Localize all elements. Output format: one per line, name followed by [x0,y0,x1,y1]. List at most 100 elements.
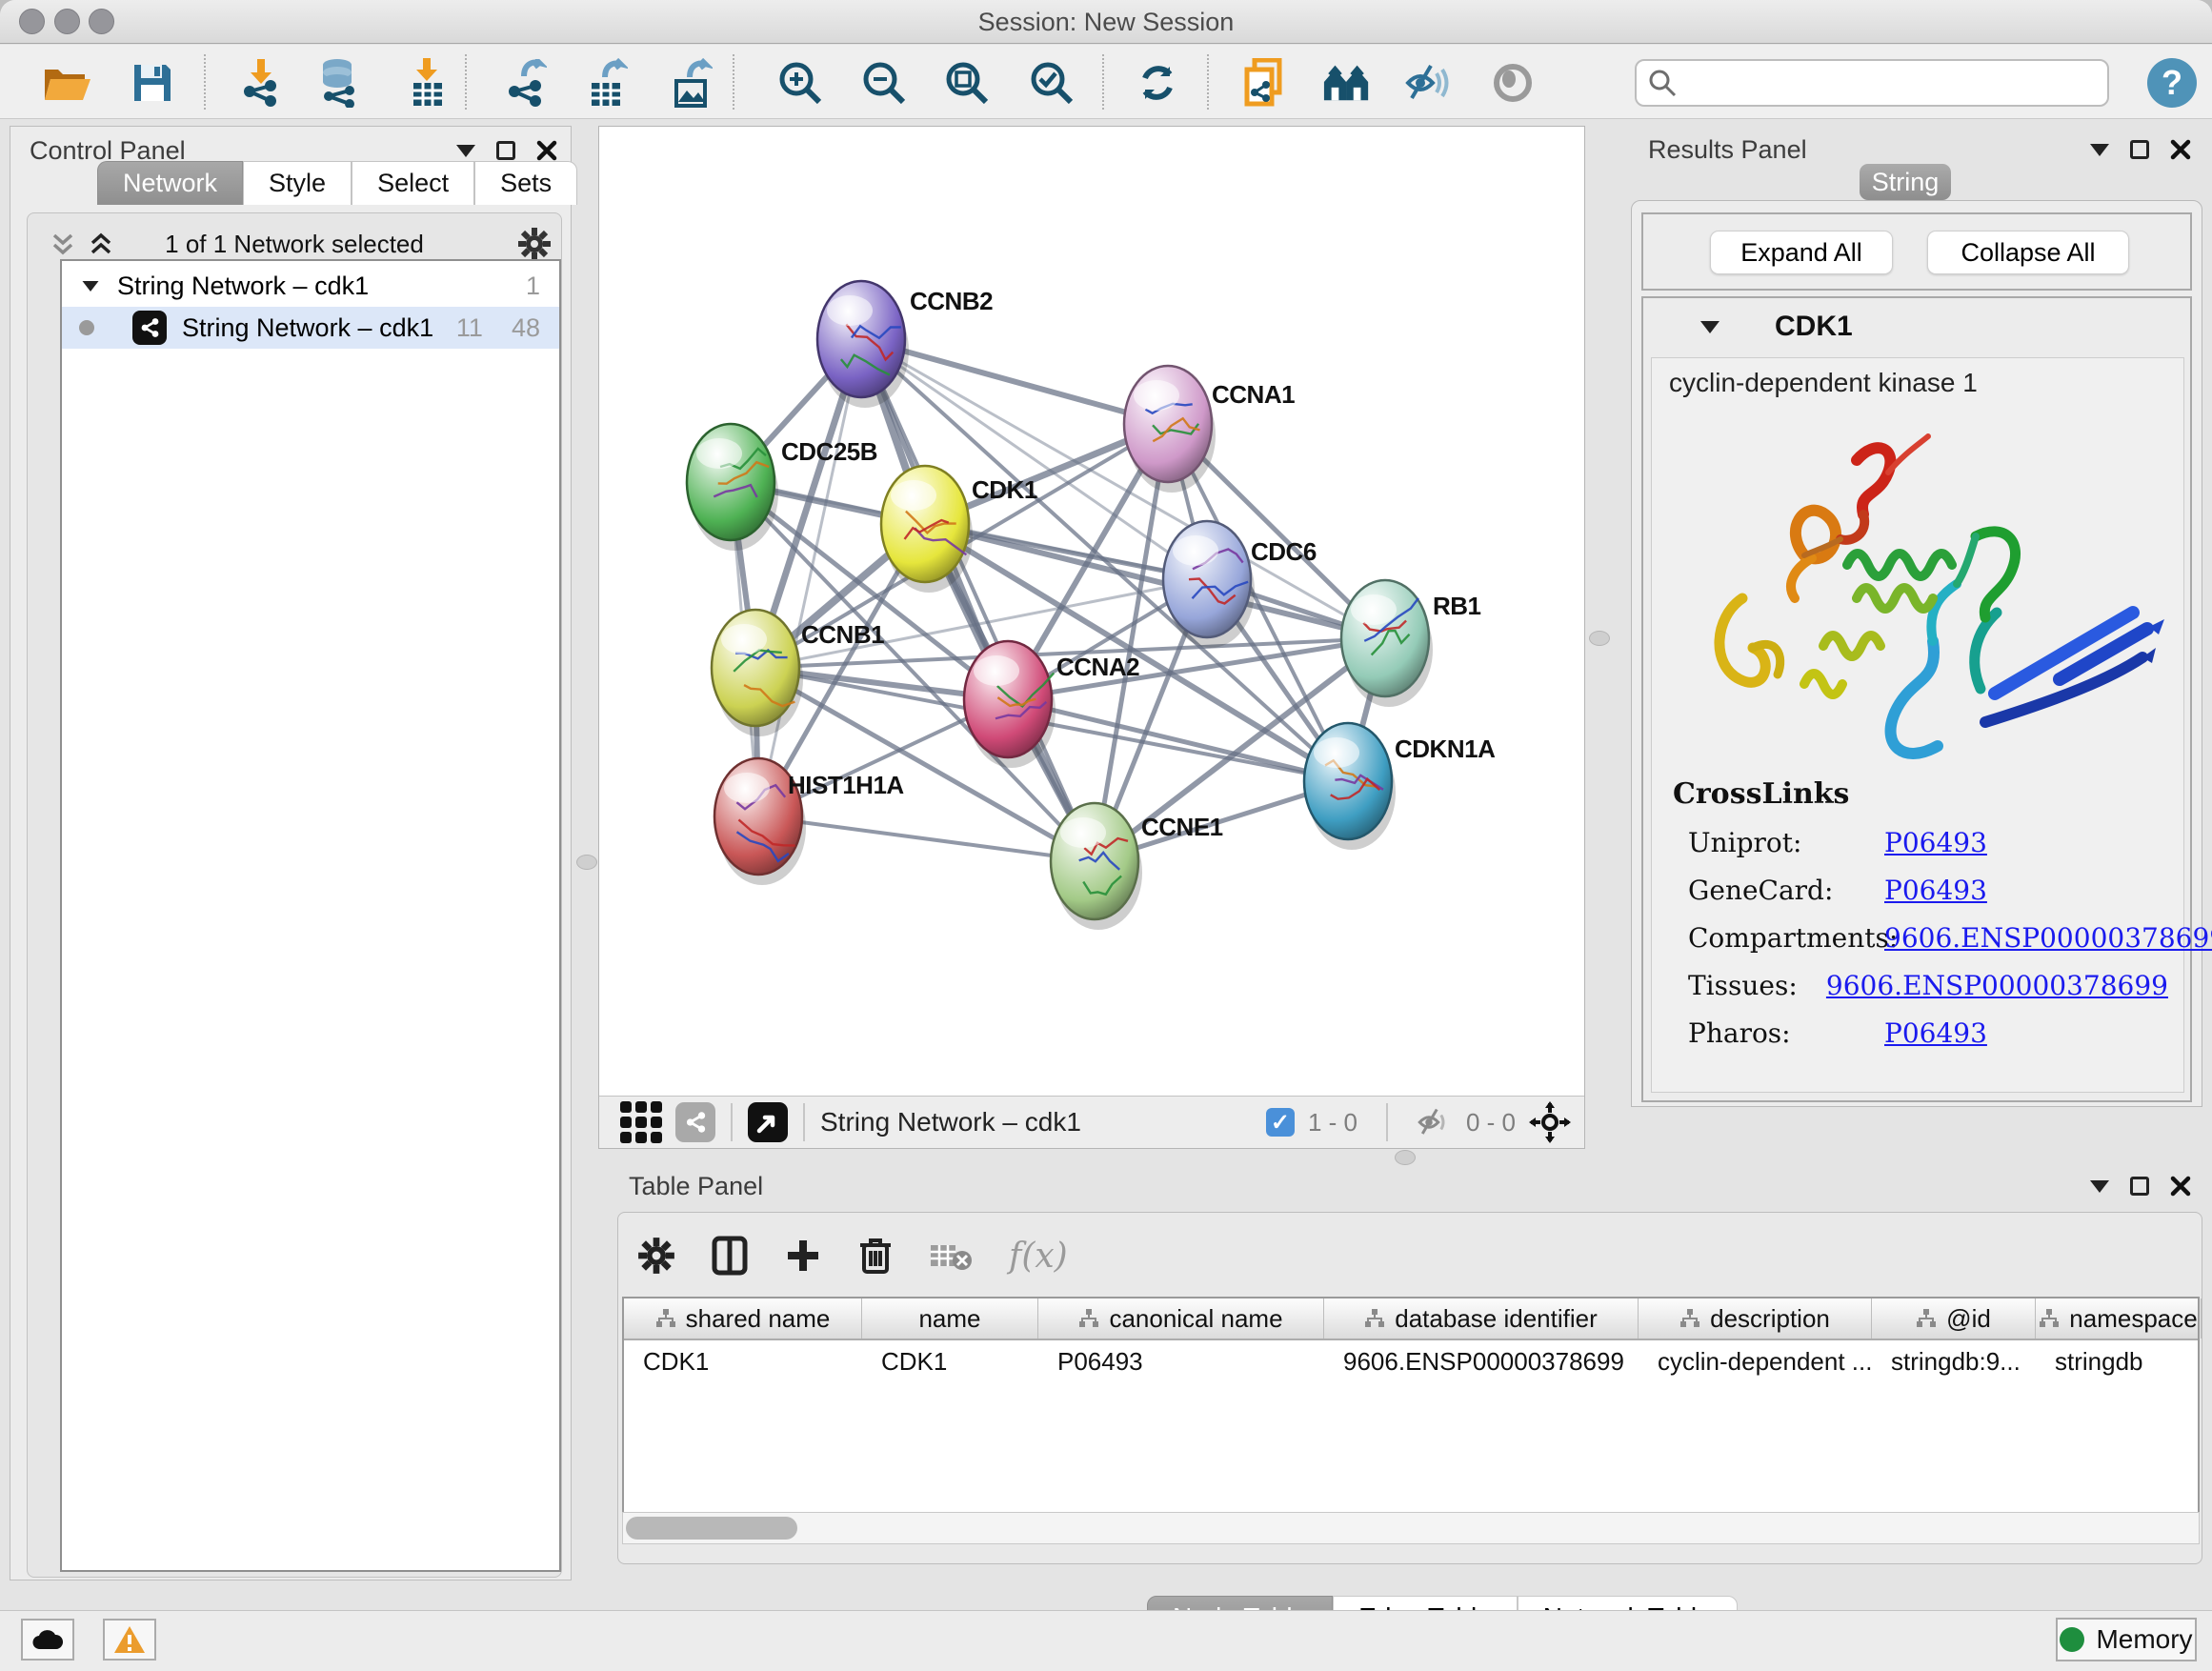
gear-icon[interactable] [517,227,552,261]
birds-eye-view-button[interactable] [748,1102,788,1142]
expand-all-button[interactable]: Expand All [1710,231,1893,274]
vertical-splitter-handle[interactable] [1589,631,1610,646]
node-label-CCNB1: CCNB1 [801,620,884,649]
node-CCNB1[interactable] [712,610,803,736]
close-panel-icon[interactable] [2170,139,2191,160]
crosslink-link[interactable]: P06493 [1884,875,1987,906]
memory-button[interactable]: Memory [2056,1618,2197,1661]
float-panel-icon[interactable] [2130,140,2149,159]
import-network-database-button[interactable] [314,58,364,108]
tab-sets[interactable]: Sets [474,161,577,205]
show-hide-details-button[interactable] [1403,58,1453,108]
cell-name[interactable]: CDK1 [862,1340,1038,1382]
network-canvas[interactable]: CCNB2CCNA1CDC25BCDK1CDC6RB1CCNB1CCNA2CDK… [599,127,1584,1096]
panel-menu-icon[interactable] [2090,1180,2109,1193]
column-header-database-identifier[interactable]: database identifier [1324,1299,1639,1339]
panel-menu-icon[interactable] [2090,144,2109,156]
cell-namespace[interactable]: stringdb [2036,1340,2202,1382]
crosslink-link[interactable]: P06493 [1884,827,1987,858]
table-settings-gear-icon[interactable] [637,1237,675,1275]
save-session-button[interactable] [128,58,177,108]
crosslink-link[interactable]: P06493 [1884,1017,1987,1049]
export-table-button[interactable] [582,58,632,108]
cell-shared-name[interactable]: CDK1 [624,1340,862,1382]
float-panel-icon[interactable] [2130,1177,2149,1196]
open-session-button[interactable] [42,58,91,108]
search-input[interactable] [1677,68,2107,99]
crosslinks-heading: CrossLinks [1673,777,2168,811]
crosslink-link[interactable]: 9606.ENSP00000378699 [1884,922,2212,954]
crosslink-link[interactable]: 9606.ENSP00000378699 [1826,970,2168,1001]
node-CCNA2[interactable] [964,641,1056,768]
help-button[interactable]: ? [2147,58,2197,108]
tab-string[interactable]: String [1860,164,1951,200]
import-table-button[interactable] [402,58,452,108]
node-CCNE1[interactable] [1051,803,1142,930]
column-header-canonical-name[interactable]: canonical name [1038,1299,1324,1339]
warnings-button[interactable] [103,1619,156,1661]
import-network-file-button[interactable] [235,58,285,108]
column-header-name[interactable]: name [862,1299,1038,1339]
horizontal-splitter-handle[interactable] [1395,1150,1416,1165]
cell-canonical-name[interactable]: P06493 [1038,1340,1324,1382]
cloud-status-button[interactable] [21,1619,74,1661]
refresh-button[interactable] [1133,58,1182,108]
node-CDC6[interactable] [1163,521,1255,648]
search-box[interactable] [1635,59,2109,107]
table-horizontal-scrollbar[interactable] [622,1512,2200,1544]
column-header-shared-name[interactable]: shared name [624,1299,862,1339]
cell-database-identifier[interactable]: 9606.ENSP00000378699 [1324,1340,1639,1382]
network-collection-row[interactable]: String Network – cdk1 1 [62,265,559,307]
column-header-description[interactable]: description [1639,1299,1872,1339]
close-panel-icon[interactable] [2170,1176,2191,1197]
export-network-button[interactable] [500,58,550,108]
toggle-view-button[interactable] [1488,58,1538,108]
toolbar-divider [1102,54,1104,110]
zoom-selected-button[interactable] [1027,58,1076,108]
collapse-arrow-icon[interactable] [83,280,99,291]
node-label-CCNA2: CCNA2 [1056,653,1139,681]
tab-network[interactable]: Network [97,161,243,205]
zoom-in-button[interactable] [775,58,825,108]
cell-id[interactable]: stringdb:9... [1872,1340,2036,1382]
node-CCNB2[interactable] [817,281,909,408]
add-column-icon[interactable] [784,1237,822,1275]
column-header-id[interactable]: @id [1872,1299,2036,1339]
zoom-out-button[interactable] [859,58,909,108]
network-type-icon [132,311,167,345]
node-CDKN1A[interactable] [1304,723,1396,850]
delete-column-icon[interactable] [858,1236,893,1276]
first-neighbors-button[interactable] [1322,58,1372,108]
tab-style[interactable]: Style [243,161,352,205]
clone-network-button[interactable] [1240,58,1290,108]
table-row[interactable]: CDK1CDK1P064939606.ENSP00000378699cyclin… [624,1340,2198,1382]
hidden-eye-icon[interactable] [1417,1108,1453,1137]
protein-details: cyclin-dependent kinase 1 [1651,357,2184,1093]
panel-menu-icon[interactable] [456,145,475,157]
selected-checkbox[interactable]: ✓ [1266,1108,1295,1137]
node-RB1[interactable] [1341,580,1433,707]
share-view-icon[interactable] [675,1102,715,1142]
show-columns-icon[interactable] [712,1236,748,1276]
float-panel-icon[interactable] [496,141,515,160]
cell-description[interactable]: cyclin-dependent ... [1639,1340,1872,1382]
protein-section-header[interactable]: CDK1 [1645,300,2188,353]
collapse-arrow-icon[interactable] [1700,321,1719,333]
edge-HIST1H1A-CCNE1[interactable] [758,816,1095,861]
function-builder-button[interactable]: f(x) [1009,1237,1068,1276]
grid-view-icon[interactable] [620,1101,662,1143]
pan-crosshair-icon[interactable] [1529,1101,1571,1143]
import-table-icon [406,58,448,108]
delete-table-icon[interactable] [929,1239,973,1272]
column-header-namespace[interactable]: namespace [2036,1299,2202,1339]
crosslink-label: GeneCard: [1688,875,1884,906]
vertical-splitter-handle[interactable] [576,855,597,870]
tab-select[interactable]: Select [352,161,474,205]
collapse-all-button[interactable]: Collapse All [1927,231,2129,274]
scrollbar-thumb[interactable] [626,1517,797,1540]
network-row-selected[interactable]: String Network – cdk1 11 48 [62,307,559,349]
close-panel-icon[interactable] [536,140,557,161]
edge-CCNB2-HIST1H1A[interactable] [758,339,861,816]
zoom-fit-button[interactable] [942,58,992,108]
export-image-button[interactable] [667,58,716,108]
